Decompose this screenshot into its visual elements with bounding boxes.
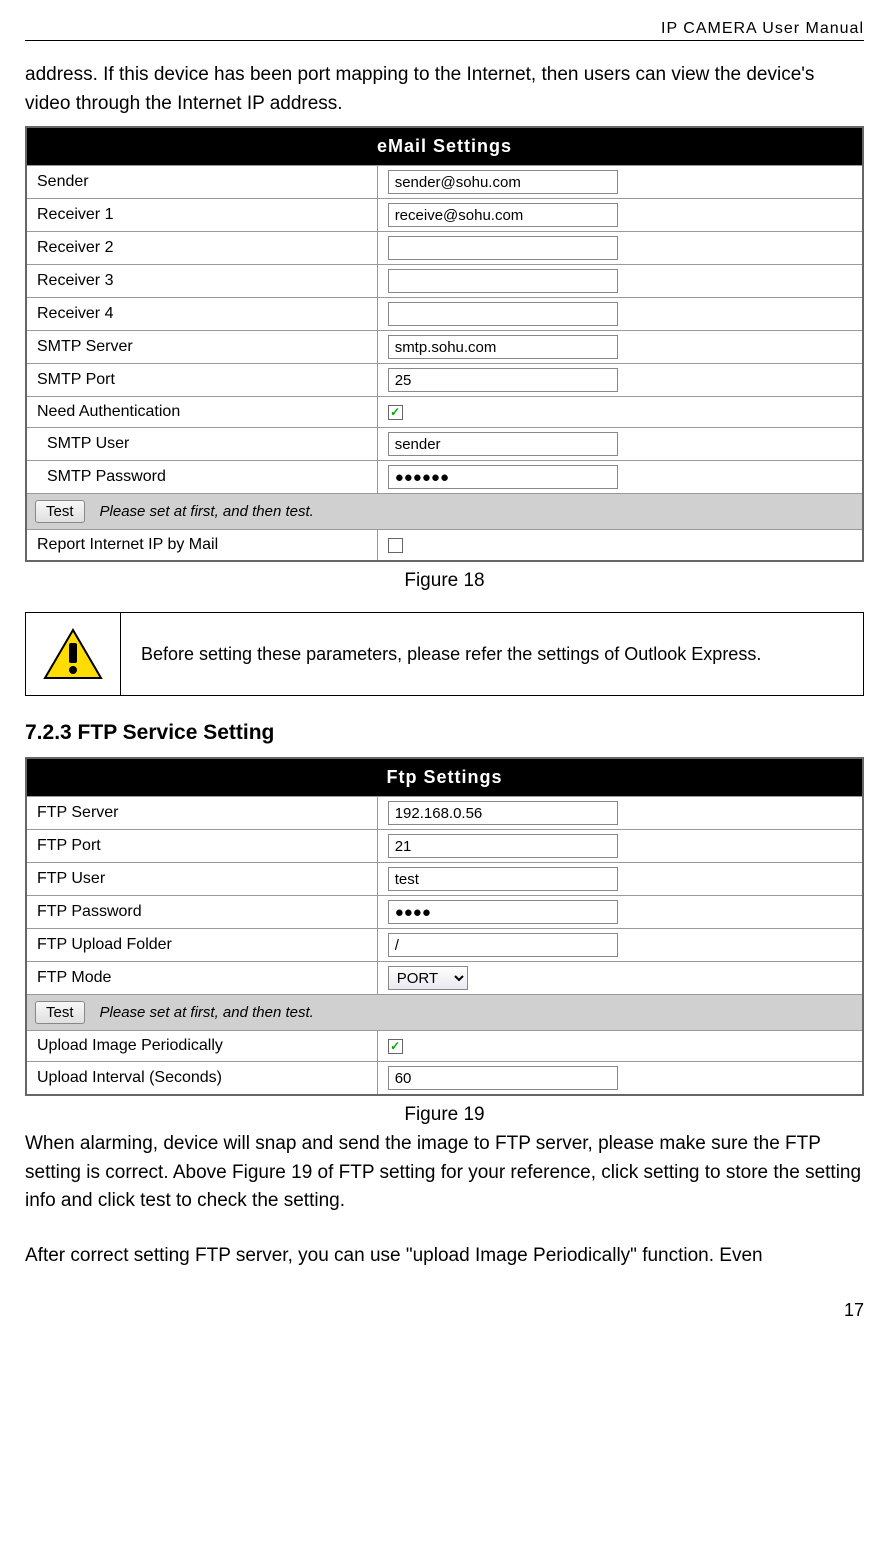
receiver1-input[interactable]: [388, 203, 618, 227]
smtp-password-row: SMTP Password: [27, 460, 862, 493]
receiver2-input[interactable]: [388, 236, 618, 260]
ftp-server-input[interactable]: [388, 801, 618, 825]
ftp-password-label: FTP Password: [27, 896, 378, 928]
need-auth-row: Need Authentication ✓: [27, 396, 862, 427]
need-auth-label: Need Authentication: [27, 397, 378, 427]
smtp-server-input[interactable]: [388, 335, 618, 359]
smtp-port-label: SMTP Port: [27, 364, 378, 396]
ftp-section-heading: 7.2.3 FTP Service Setting: [25, 721, 864, 745]
ftp-folder-row: FTP Upload Folder: [27, 928, 862, 961]
ftp-settings-title: Ftp Settings: [27, 759, 862, 796]
ftp-test-row: Test Please set at first, and then test.: [27, 994, 862, 1030]
ftp-folder-input[interactable]: [388, 933, 618, 957]
smtp-password-input[interactable]: [388, 465, 618, 489]
receiver3-label: Receiver 3: [27, 265, 378, 297]
smtp-port-input[interactable]: [388, 368, 618, 392]
ftp-server-label: FTP Server: [27, 797, 378, 829]
receiver3-row: Receiver 3: [27, 264, 862, 297]
ftp-paragraph-2: After correct setting FTP server, you ca…: [25, 1242, 864, 1271]
report-ip-row: Report Internet IP by Mail: [27, 529, 862, 560]
ftp-folder-label: FTP Upload Folder: [27, 929, 378, 961]
need-auth-checkbox[interactable]: ✓: [388, 405, 403, 420]
ftp-port-input[interactable]: [388, 834, 618, 858]
receiver2-label: Receiver 2: [27, 232, 378, 264]
warning-text: Before setting these parameters, please …: [121, 613, 863, 695]
sender-label: Sender: [27, 166, 378, 198]
email-test-note: Please set at first, and then test.: [100, 503, 314, 520]
smtp-server-row: SMTP Server: [27, 330, 862, 363]
receiver4-row: Receiver 4: [27, 297, 862, 330]
sender-input[interactable]: [388, 170, 618, 194]
email-settings-title: eMail Settings: [27, 128, 862, 165]
upload-interval-label: Upload Interval (Seconds): [27, 1062, 378, 1094]
ftp-user-row: FTP User: [27, 862, 862, 895]
ftp-paragraph-1: When alarming, device will snap and send…: [25, 1130, 864, 1216]
smtp-user-input[interactable]: [388, 432, 618, 456]
upload-periodic-checkbox[interactable]: ✓: [388, 1039, 403, 1054]
warning-icon: [43, 628, 103, 680]
email-test-row: Test Please set at first, and then test.: [27, 493, 862, 529]
ftp-password-input[interactable]: [388, 900, 618, 924]
upload-periodic-row: Upload Image Periodically ✓: [27, 1030, 862, 1061]
figure18-caption: Figure 18: [25, 570, 864, 592]
ftp-test-note: Please set at first, and then test.: [100, 1004, 314, 1021]
upload-interval-input[interactable]: [388, 1066, 618, 1090]
receiver1-row: Receiver 1: [27, 198, 862, 231]
ftp-port-label: FTP Port: [27, 830, 378, 862]
smtp-password-label: SMTP Password: [27, 461, 378, 493]
ftp-user-label: FTP User: [27, 863, 378, 895]
report-ip-label: Report Internet IP by Mail: [27, 530, 378, 560]
smtp-server-label: SMTP Server: [27, 331, 378, 363]
page-header: IP CAMERA User Manual: [25, 20, 864, 41]
ftp-mode-label: FTP Mode: [27, 962, 378, 994]
receiver3-input[interactable]: [388, 269, 618, 293]
ftp-settings-table: Ftp Settings FTP Server FTP Port FTP Use…: [25, 757, 864, 1096]
sender-row: Sender: [27, 165, 862, 198]
report-ip-checkbox[interactable]: [388, 538, 403, 553]
smtp-port-row: SMTP Port: [27, 363, 862, 396]
ftp-port-row: FTP Port: [27, 829, 862, 862]
upload-interval-row: Upload Interval (Seconds): [27, 1061, 862, 1094]
ftp-mode-row: FTP Mode PORT: [27, 961, 862, 994]
smtp-user-row: SMTP User: [27, 427, 862, 460]
email-settings-table: eMail Settings Sender Receiver 1 Receive…: [25, 126, 864, 562]
ftp-mode-select[interactable]: PORT: [388, 966, 468, 990]
ftp-user-input[interactable]: [388, 867, 618, 891]
smtp-user-label: SMTP User: [27, 428, 378, 460]
receiver2-row: Receiver 2: [27, 231, 862, 264]
ftp-password-row: FTP Password: [27, 895, 862, 928]
figure19-caption: Figure 19: [25, 1104, 864, 1126]
ftp-test-button[interactable]: Test: [35, 1001, 85, 1024]
intro-paragraph: address. If this device has been port ma…: [25, 61, 864, 118]
warning-icon-cell: [26, 613, 121, 695]
email-test-button[interactable]: Test: [35, 500, 85, 523]
upload-periodic-label: Upload Image Periodically: [27, 1031, 378, 1061]
receiver1-label: Receiver 1: [27, 199, 378, 231]
warning-box: Before setting these parameters, please …: [25, 612, 864, 696]
ftp-server-row: FTP Server: [27, 796, 862, 829]
page-number: 17: [25, 1300, 864, 1321]
receiver4-input[interactable]: [388, 302, 618, 326]
receiver4-label: Receiver 4: [27, 298, 378, 330]
